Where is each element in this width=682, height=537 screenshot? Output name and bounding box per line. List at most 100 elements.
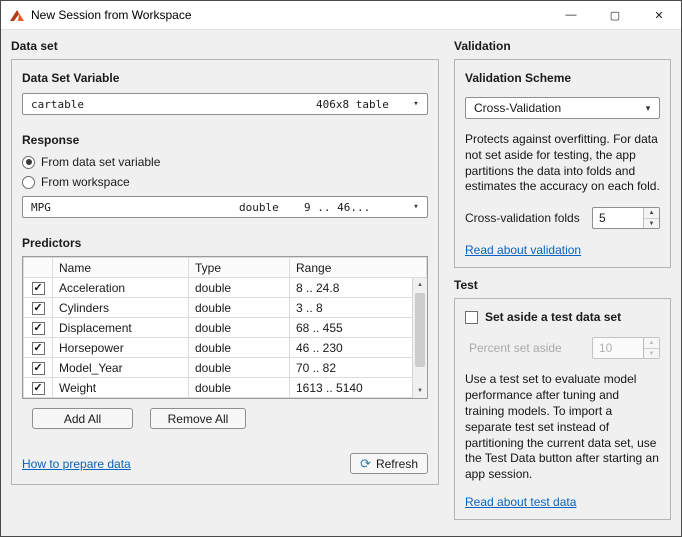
percent-spin-buttons: ▲ ▼ <box>643 338 659 358</box>
minimize-button[interactable]: — <box>549 1 593 29</box>
read-about-test-data-link[interactable]: Read about test data <box>465 495 576 509</box>
folds-row: Cross-validation folds 5 ▲ ▼ <box>465 207 660 229</box>
cell-name: Model_Year <box>53 358 189 378</box>
table-row[interactable]: ✓ Cylinders double 3 .. 8 <box>24 298 427 318</box>
radio-from-workspace[interactable]: From workspace <box>22 173 428 191</box>
table-row[interactable]: ✓ Displacement double 68 .. 455 <box>24 318 427 338</box>
table-row[interactable]: ✓ Model_Year double 70 .. 82 <box>24 358 427 378</box>
validation-group-title: Validation <box>454 39 671 53</box>
response-variable-dropdown[interactable]: MPG double 9 .. 46... ▾ <box>22 196 428 218</box>
folds-value[interactable]: 5 <box>593 208 643 228</box>
refresh-icon: ⟳ <box>360 457 371 470</box>
row-checkbox[interactable]: ✓ <box>32 362 45 375</box>
set-aside-test-checkbox[interactable] <box>465 311 478 324</box>
scrollbar-track <box>413 368 427 384</box>
refresh-button[interactable]: ⟳ Refresh <box>350 453 428 474</box>
validation-scheme-label: Validation Scheme <box>465 71 660 85</box>
title-bar[interactable]: New Session from Workspace — ▢ ✕ <box>1 1 681 30</box>
add-all-button[interactable]: Add All <box>32 408 133 429</box>
data-set-variable-label: Data Set Variable <box>22 71 428 85</box>
cell-name: Cylinders <box>53 298 189 318</box>
spin-down-icon[interactable]: ▼ <box>644 219 659 229</box>
percent-set-aside-value[interactable]: 10 <box>593 338 643 358</box>
radio-unselected-icon <box>22 176 35 189</box>
dataset-group-title: Data set <box>11 39 439 53</box>
cell-name: Horsepower <box>53 338 189 358</box>
table-row[interactable]: ✓ Horsepower double 46 .. 230 <box>24 338 427 358</box>
new-session-dialog: New Session from Workspace — ▢ ✕ Data se… <box>0 0 682 537</box>
cell-name: Acceleration <box>53 278 189 298</box>
percent-set-aside-stepper[interactable]: 10 ▲ ▼ <box>592 337 660 359</box>
header-type: Type <box>189 258 290 278</box>
dataset-bottom-row: How to prepare data ⟳ Refresh <box>22 453 428 474</box>
table-row[interactable]: ✓ Weight double 1613 .. 5140 <box>24 378 427 398</box>
radio-from-workspace-label: From workspace <box>41 175 130 189</box>
cell-type: double <box>189 378 290 398</box>
test-group-box: Set aside a test data set Percent set as… <box>454 298 671 520</box>
validation-description: Protects against overfitting. For data n… <box>465 132 660 195</box>
remove-all-button[interactable]: Remove All <box>150 408 246 429</box>
percent-set-aside-row: Percent set aside 10 ▲ ▼ <box>469 337 660 359</box>
maximize-button[interactable]: ▢ <box>593 1 637 29</box>
scrollbar-thumb[interactable] <box>415 293 425 367</box>
row-checkbox[interactable]: ✓ <box>32 282 45 295</box>
response-label: Response <box>22 133 428 147</box>
data-set-variable-dropdown[interactable]: cartable 406x8 table ▾ <box>22 93 428 115</box>
cell-type: double <box>189 298 290 318</box>
cell-range: 46 .. 230 <box>290 338 427 358</box>
data-set-variable-meta: 406x8 table <box>316 98 404 111</box>
cell-range: 1613 .. 5140 <box>290 378 427 398</box>
test-group-title: Test <box>454 278 671 292</box>
spin-down-icon[interactable]: ▼ <box>644 349 659 359</box>
response-variable-range: 9 .. 46... <box>304 201 404 214</box>
row-checkbox[interactable]: ✓ <box>32 322 45 335</box>
table-scrollbar[interactable]: ▲ ▼ <box>412 278 427 398</box>
window-title: New Session from Workspace <box>31 8 549 22</box>
data-set-variable-value: cartable <box>31 98 316 111</box>
validation-scheme-value: Cross-Validation <box>474 101 636 115</box>
check-icon: ✓ <box>33 283 42 294</box>
dialog-content: Data set Data Set Variable cartable 406x… <box>1 30 681 537</box>
set-aside-test-checkbox-row[interactable]: Set aside a test data set <box>465 310 660 324</box>
dataset-group-box: Data Set Variable cartable 406x8 table ▾… <box>11 59 439 485</box>
spin-up-icon[interactable]: ▲ <box>644 338 659 349</box>
validation-column: Validation Validation Scheme Cross-Valid… <box>454 39 671 537</box>
cell-name: Weight <box>53 378 189 398</box>
set-aside-test-label: Set aside a test data set <box>485 310 621 324</box>
percent-set-aside-label: Percent set aside <box>469 341 562 355</box>
cell-name: Displacement <box>53 318 189 338</box>
check-icon: ✓ <box>33 323 42 334</box>
read-about-validation-link[interactable]: Read about validation <box>465 243 581 257</box>
radio-from-dataset-variable[interactable]: From data set variable <box>22 153 428 171</box>
row-checkbox[interactable]: ✓ <box>32 342 45 355</box>
validation-group-box: Validation Scheme Cross-Validation ▾ Pro… <box>454 59 671 268</box>
radio-selected-icon <box>22 156 35 169</box>
cell-type: double <box>189 338 290 358</box>
test-description: Use a test set to evaluate model perform… <box>465 372 660 483</box>
scroll-up-icon[interactable]: ▲ <box>413 278 427 292</box>
spin-up-icon[interactable]: ▲ <box>644 208 659 219</box>
header-name: Name <box>53 258 189 278</box>
cell-type: double <box>189 278 290 298</box>
refresh-label: Refresh <box>376 457 418 471</box>
chevron-down-icon: ▾ <box>642 103 654 114</box>
check-icon: ✓ <box>33 383 42 394</box>
validation-scheme-dropdown[interactable]: Cross-Validation ▾ <box>465 97 660 119</box>
cell-type: double <box>189 358 290 378</box>
cell-type: double <box>189 318 290 338</box>
chevron-down-icon: ▾ <box>410 99 422 109</box>
header-checkbox-column <box>24 258 53 278</box>
cell-range: 70 .. 82 <box>290 358 427 378</box>
scroll-down-icon[interactable]: ▼ <box>413 384 427 398</box>
folds-spin-buttons: ▲ ▼ <box>643 208 659 228</box>
window-controls: — ▢ ✕ <box>549 1 681 29</box>
matlab-icon <box>9 9 25 22</box>
response-variable-name: MPG <box>31 201 239 214</box>
predictor-buttons: Add All Remove All <box>32 408 428 429</box>
close-button[interactable]: ✕ <box>637 1 681 29</box>
table-row[interactable]: ✓ Acceleration double 8 .. 24.8 <box>24 278 427 298</box>
how-to-prepare-data-link[interactable]: How to prepare data <box>22 457 131 471</box>
row-checkbox[interactable]: ✓ <box>32 302 45 315</box>
row-checkbox[interactable]: ✓ <box>32 382 45 395</box>
folds-stepper[interactable]: 5 ▲ ▼ <box>592 207 660 229</box>
